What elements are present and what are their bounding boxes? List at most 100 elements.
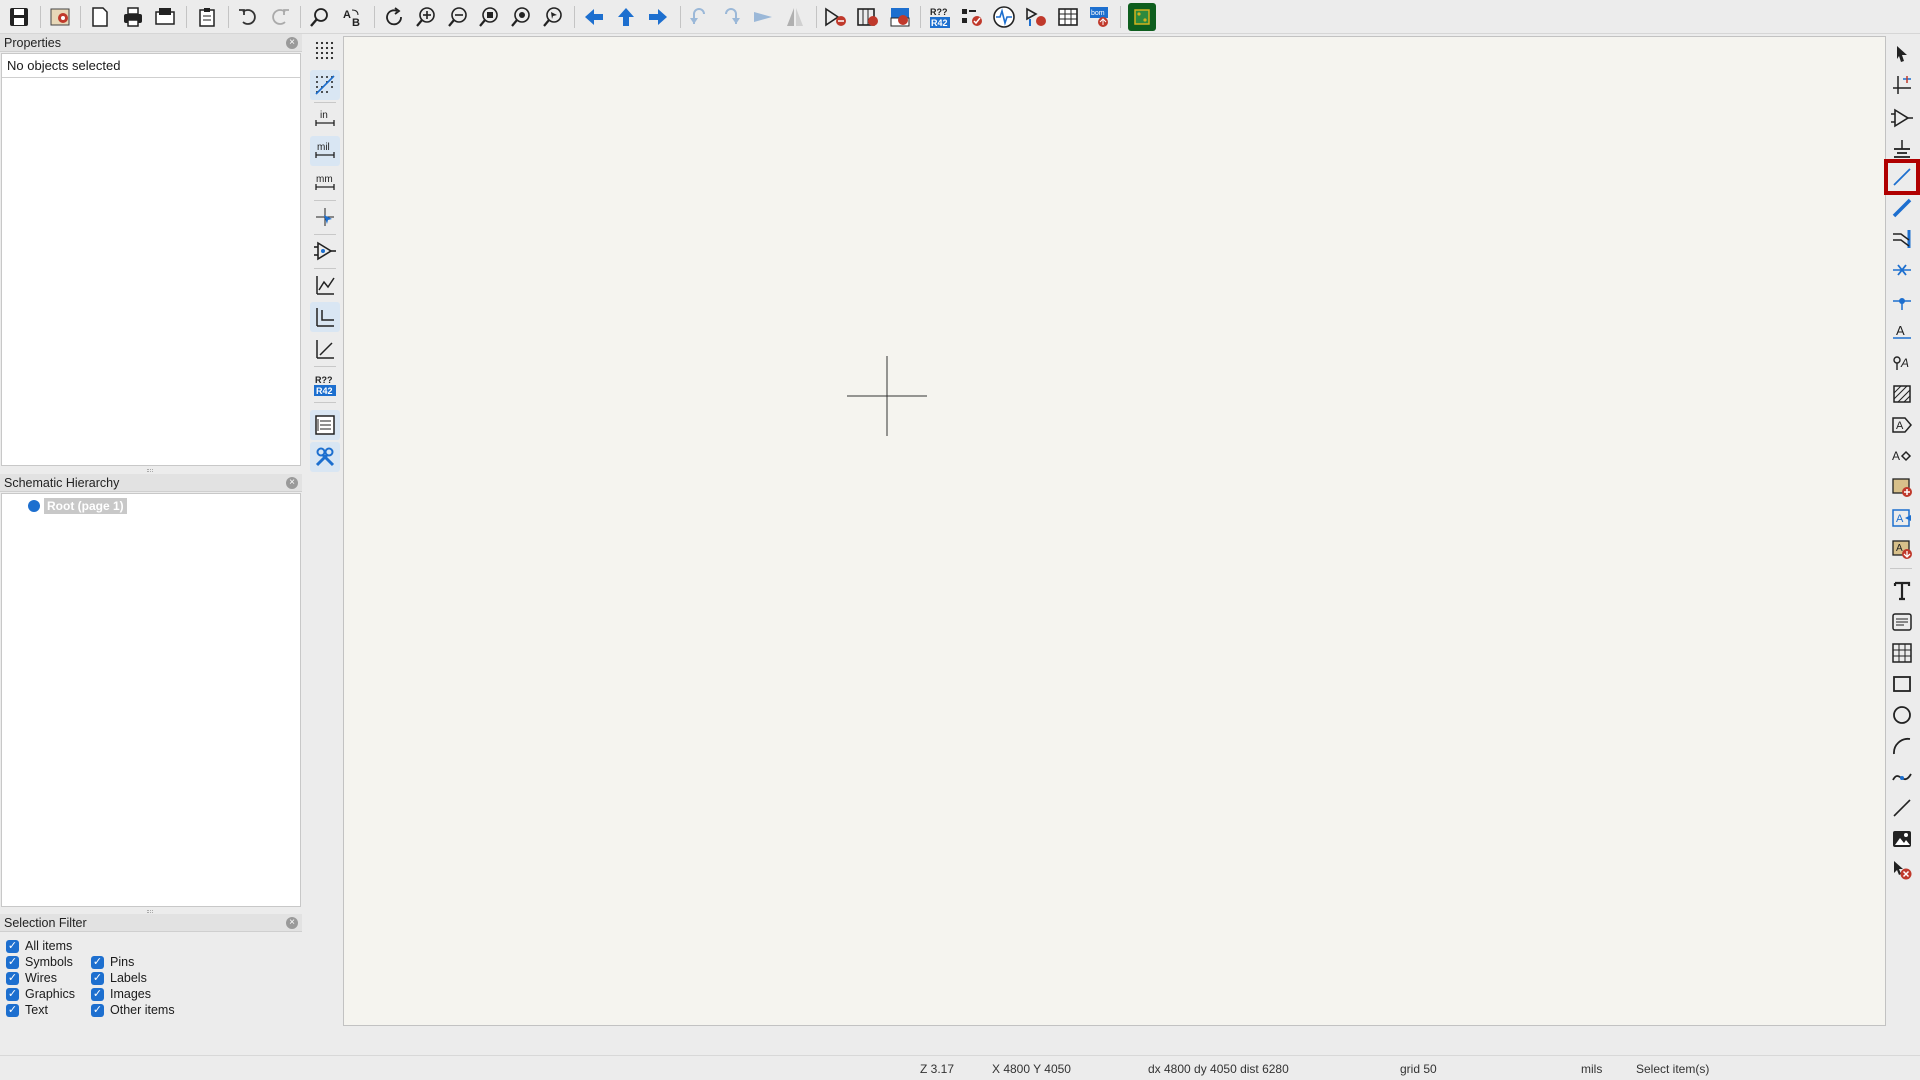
add-wire-icon[interactable] xyxy=(1884,159,1920,195)
page-settings-icon[interactable] xyxy=(86,3,114,31)
bus-definitions-icon[interactable] xyxy=(1022,3,1050,31)
properties-toggle-icon[interactable] xyxy=(310,442,340,472)
add-image-icon[interactable] xyxy=(1887,824,1917,854)
add-rectangle-icon[interactable] xyxy=(1887,669,1917,699)
hierarchy-close-icon[interactable]: × xyxy=(286,477,298,489)
navigate-forward-icon[interactable] xyxy=(644,3,672,31)
selection-filter-close-icon[interactable]: × xyxy=(286,917,298,929)
sheet-pin-icon[interactable]: A xyxy=(1887,503,1917,533)
add-line-icon[interactable] xyxy=(1887,793,1917,823)
open-pcb-icon[interactable] xyxy=(1128,3,1156,31)
find-icon[interactable] xyxy=(306,3,334,31)
show-pin-electrical-type-icon[interactable] xyxy=(310,236,340,266)
print-icon[interactable] xyxy=(119,3,147,31)
line-mode-90-icon[interactable] xyxy=(310,302,340,332)
hierarchy-root-item[interactable]: Root (page 1) xyxy=(28,498,127,514)
navigate-back-icon[interactable] xyxy=(580,3,608,31)
zoom-in-icon[interactable] xyxy=(412,3,440,31)
add-bezier-icon[interactable] xyxy=(1887,762,1917,792)
panel-resize-handle[interactable] xyxy=(147,910,153,913)
undo-icon[interactable] xyxy=(234,3,262,31)
selection-filter-panel: ✓ All items ✓ Symbols ✓ Pins ✓ Wires ✓ Labels… xyxy=(0,933,302,1023)
line-mode-free-icon[interactable] xyxy=(310,270,340,300)
local-ratsnest-icon[interactable] xyxy=(1887,70,1917,100)
netclass-directive-icon[interactable]: A xyxy=(1887,348,1917,378)
annotate-icon[interactable]: R?? R42 xyxy=(926,3,954,31)
grid-dots-icon[interactable] xyxy=(310,36,340,66)
zoom-fit-icon[interactable] xyxy=(475,3,503,31)
units-mils-icon[interactable]: mil xyxy=(310,136,340,166)
filter-labels[interactable]: ✓ Labels xyxy=(91,970,147,986)
no-connect-icon[interactable] xyxy=(1887,255,1917,285)
mirror-vertical-icon[interactable] xyxy=(749,3,777,31)
units-mm-icon[interactable]: mm xyxy=(310,168,340,198)
delete-tool-icon[interactable] xyxy=(1887,855,1917,885)
save-icon[interactable] xyxy=(5,3,33,31)
hierarchy-navigator-icon[interactable] xyxy=(310,410,340,440)
add-text-icon[interactable] xyxy=(1887,576,1917,606)
status-zoom: Z 3.17 xyxy=(920,1062,955,1076)
panel-resize-handle[interactable] xyxy=(147,469,153,472)
sheet-icon xyxy=(28,500,40,512)
filter-pins[interactable]: ✓ Pins xyxy=(91,954,134,970)
crosshair-cursor-icon xyxy=(847,356,927,436)
add-circle-icon[interactable] xyxy=(1887,700,1917,730)
units-inches-icon[interactable]: in xyxy=(310,104,340,134)
generate-bom-icon[interactable]: bom xyxy=(1086,3,1114,31)
schematic-canvas[interactable] xyxy=(343,36,1886,1026)
redo-icon[interactable] xyxy=(266,3,294,31)
add-textbox-icon[interactable] xyxy=(1887,607,1917,637)
global-label-icon[interactable]: A xyxy=(1887,410,1917,440)
refresh-icon[interactable] xyxy=(380,3,408,31)
checkbox-checked-icon: ✓ xyxy=(6,939,19,953)
zoom-objects-icon[interactable] xyxy=(507,3,535,31)
mirror-horizontal-icon[interactable] xyxy=(781,3,809,31)
filter-all-items[interactable]: ✓ All items xyxy=(6,938,72,954)
annotate-preview-icon[interactable]: R?? R42 xyxy=(310,370,340,400)
import-sheet-pin-icon[interactable]: A xyxy=(1887,534,1917,564)
paste-icon[interactable] xyxy=(193,3,221,31)
simulator-icon[interactable] xyxy=(990,3,1018,31)
filter-text[interactable]: ✓ Text xyxy=(6,1002,48,1018)
annotate-top-text: R?? xyxy=(315,375,333,385)
symbol-editor-icon[interactable] xyxy=(822,3,850,31)
filter-images[interactable]: ✓ Images xyxy=(91,986,151,1002)
properties-close-icon[interactable]: × xyxy=(286,37,298,49)
filter-symbols[interactable]: ✓ Symbols xyxy=(6,954,73,970)
footprint-assignment-icon[interactable] xyxy=(886,3,914,31)
zoom-selection-icon[interactable] xyxy=(539,3,567,31)
schematic-setup-icon[interactable] xyxy=(46,3,74,31)
rule-area-icon[interactable] xyxy=(1887,379,1917,409)
select-arrow-icon[interactable] xyxy=(1887,39,1917,69)
find-replace-icon[interactable]: AB xyxy=(339,3,367,31)
zoom-out-icon[interactable] xyxy=(444,3,472,31)
svg-text:B: B xyxy=(352,17,360,28)
add-symbol-icon[interactable] xyxy=(1887,103,1917,133)
junction-icon[interactable] xyxy=(1887,286,1917,316)
full-crosshair-cursor-icon[interactable] xyxy=(310,202,340,232)
filter-label: Images xyxy=(110,987,151,1001)
grid-overlay-icon[interactable] xyxy=(310,70,340,100)
checkbox-checked-icon: ✓ xyxy=(91,955,104,969)
bus-entry-icon[interactable] xyxy=(1887,224,1917,254)
filter-wires[interactable]: ✓ Wires xyxy=(6,970,57,986)
add-bus-icon[interactable] xyxy=(1887,193,1917,223)
navigate-up-icon[interactable] xyxy=(612,3,640,31)
rotate-ccw-icon[interactable] xyxy=(685,3,713,31)
filter-graphics[interactable]: ✓ Graphics xyxy=(6,986,75,1002)
add-power-icon[interactable] xyxy=(1887,134,1917,164)
rotate-cw-icon[interactable] xyxy=(717,3,745,31)
line-mode-45-icon[interactable] xyxy=(310,334,340,364)
selection-filter-title-text: Selection Filter xyxy=(4,916,87,930)
symbol-fields-table-icon[interactable] xyxy=(1054,3,1082,31)
erc-icon[interactable] xyxy=(958,3,986,31)
add-arc-icon[interactable] xyxy=(1887,731,1917,761)
plot-icon[interactable] xyxy=(151,3,179,31)
symbol-browser-icon[interactable] xyxy=(854,3,882,31)
add-table-icon[interactable] xyxy=(1887,638,1917,668)
hierarchical-label-icon[interactable]: A xyxy=(1887,441,1917,471)
filter-other-items[interactable]: ✓ Other items xyxy=(91,1002,175,1018)
net-label-icon[interactable]: A xyxy=(1887,317,1917,347)
hierarchical-sheet-icon[interactable] xyxy=(1887,472,1917,502)
filter-label: Text xyxy=(25,1003,48,1017)
